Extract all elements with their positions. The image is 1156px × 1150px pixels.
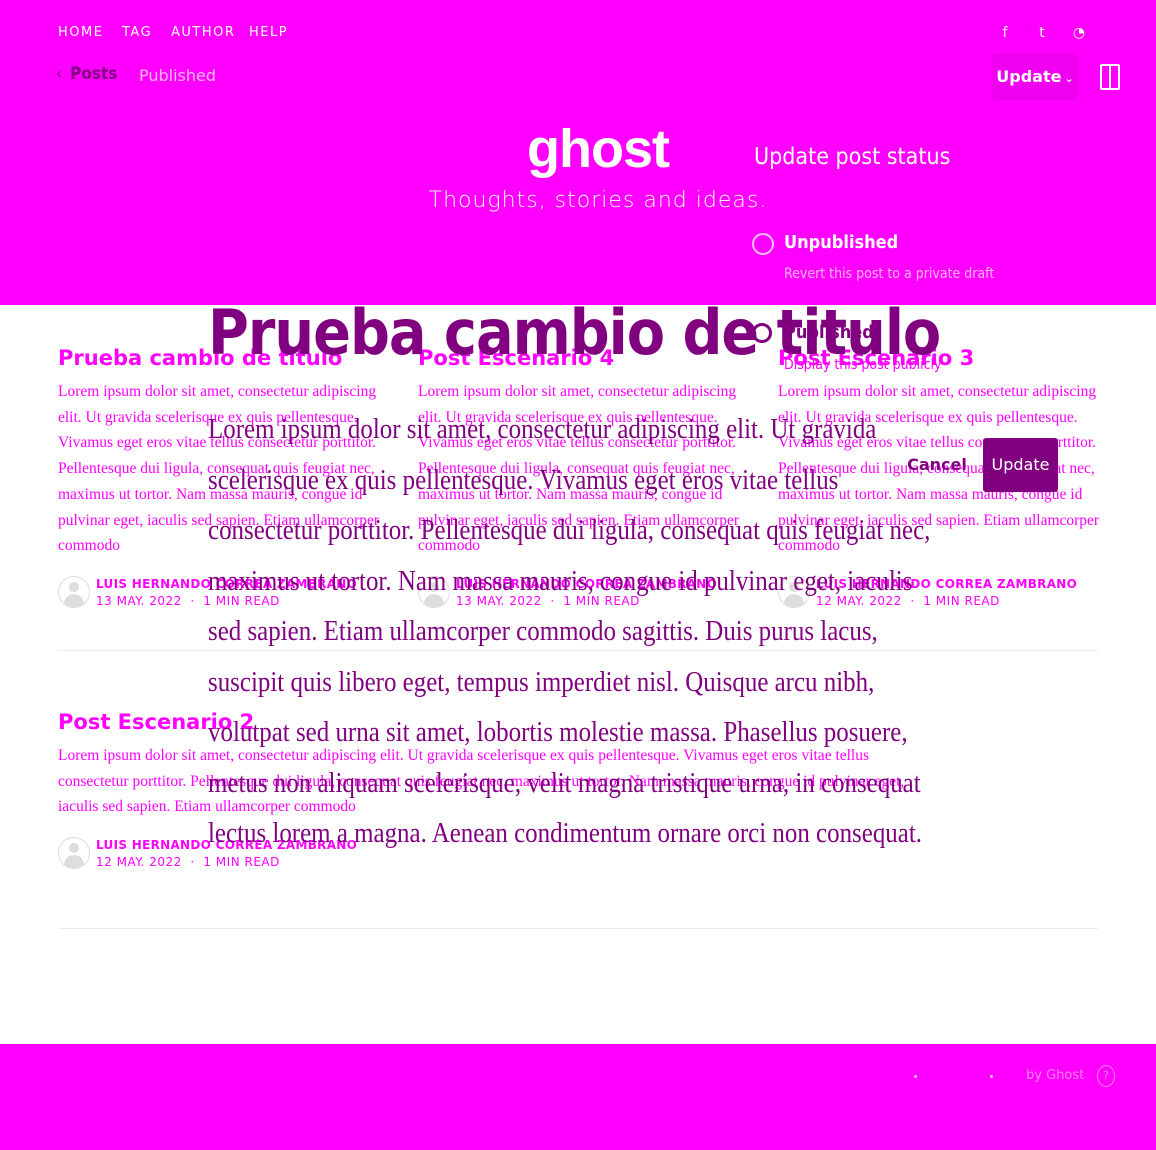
footer-separator <box>990 1075 993 1078</box>
nav-author[interactable]: AUTHOR <box>171 25 235 40</box>
update-confirm-button[interactable]: Update <box>983 438 1058 492</box>
author-avatar[interactable] <box>58 837 90 869</box>
post-date: 12 MAY. 2022 <box>96 855 182 869</box>
site-footer <box>0 1044 1156 1150</box>
author-avatar[interactable] <box>58 576 90 608</box>
rss-icon[interactable]: ◔ <box>1070 24 1088 42</box>
published-option-title[interactable]: Published <box>784 322 874 343</box>
post-date: 13 MAY. 2022 <box>96 594 182 608</box>
post-status-indicator: Published <box>139 66 217 85</box>
nav-help[interactable]: HELP <box>249 25 288 40</box>
chevron-left-icon: ‹ <box>56 64 63 84</box>
unpublished-option-title[interactable]: Unpublished <box>784 232 898 253</box>
settings-panel-icon[interactable] <box>1100 64 1120 90</box>
unpublished-radio[interactable] <box>752 233 774 255</box>
help-icon[interactable]: ? <box>1097 1065 1115 1087</box>
footer-powered-by[interactable]: by Ghost <box>1026 1068 1084 1083</box>
unpublished-option-description: Revert this post to a private draft <box>784 266 995 282</box>
facebook-icon[interactable]: f <box>996 24 1014 42</box>
nav-home[interactable]: HOME <box>58 25 103 40</box>
back-label: Posts <box>70 64 118 84</box>
back-to-posts-link[interactable]: ‹ Posts <box>56 64 117 84</box>
twitter-icon[interactable]: t <box>1033 24 1051 42</box>
published-radio[interactable] <box>752 323 772 343</box>
cancel-button[interactable]: Cancel <box>902 446 972 484</box>
feed-divider <box>58 928 1098 929</box>
published-option-description: Display this post publicly <box>784 357 942 373</box>
chevron-down-icon: ⌄ <box>1064 72 1074 85</box>
footer-separator <box>914 1075 917 1078</box>
nav-tag[interactable]: TAG <box>122 25 152 40</box>
update-label: Update <box>996 67 1062 86</box>
popup-title: Update post status <box>754 144 951 170</box>
update-dropdown-button[interactable]: Update ⌄ <box>992 53 1078 100</box>
